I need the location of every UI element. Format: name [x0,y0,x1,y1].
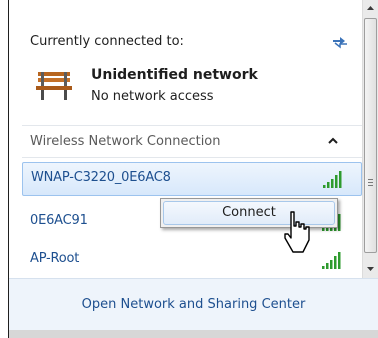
mouse-pointer-icon [284,211,310,253]
network-item-ap-root[interactable]: AP-Root [22,244,362,278]
network-item-wnap[interactable]: WNAP-C3220_0E6AC8 [22,162,362,196]
signal-strength-icon [323,171,342,188]
scroll-grip-icon [368,179,373,186]
chevron-up-icon[interactable] [327,137,339,145]
connected-network-status: No network access [91,89,214,104]
flyout-bottom-edge [9,330,378,338]
scroll-up-icon[interactable] [363,0,378,17]
network-name: WNAP-C3220_0E6AC8 [31,170,171,185]
section-divider [22,125,362,126]
wireless-group-header[interactable]: Wireless Network Connection [30,134,221,149]
network-flyout: Currently connected to: Unidentified net… [8,0,378,338]
open-network-sharing-center-link[interactable]: Open Network and Sharing Center [9,297,378,312]
network-name: 0E6AC91 [30,213,88,228]
bench-icon [36,72,72,100]
signal-strength-icon [322,252,341,269]
refresh-icon[interactable] [331,34,349,50]
scroll-down-icon[interactable] [363,260,378,277]
vertical-scrollbar[interactable] [362,0,378,278]
connected-section-title: Currently connected to: [30,34,184,49]
section-divider [22,157,362,158]
scrollbar-thumb[interactable] [364,18,377,253]
flyout-footer: Open Network and Sharing Center [9,278,378,330]
network-name: AP-Root [30,251,80,266]
connected-network-name: Unidentified network [91,67,258,83]
context-menu: Connect [160,198,338,228]
